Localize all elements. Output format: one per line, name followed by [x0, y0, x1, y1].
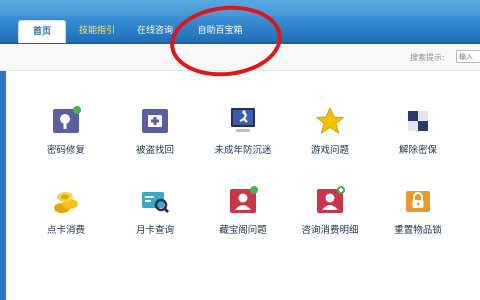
service-label: 被盗找回	[135, 145, 174, 156]
tab-home[interactable]: 首页	[18, 20, 66, 43]
service-card-consumption[interactable]: 点卡消费	[26, 186, 106, 246]
service-label: 解除密保	[398, 145, 437, 156]
service-remove-security[interactable]: 解除密保	[378, 106, 458, 166]
service-label: 重置物品锁	[394, 225, 442, 236]
left-edge-bar	[0, 44, 6, 300]
service-minor-protection[interactable]: 未成年防沉迷	[203, 106, 283, 166]
service-label: 游戏问题	[310, 145, 349, 156]
key-lock-icon	[53, 106, 81, 133]
coins-icon	[54, 192, 78, 213]
service-password-repair[interactable]: 密码修复	[26, 106, 106, 166]
service-label: 点卡消费	[46, 225, 85, 236]
search-label: 搜索提示:	[410, 53, 445, 62]
service-stolen-recovery[interactable]: 被盗找回	[115, 106, 195, 166]
star-icon	[315, 106, 345, 135]
service-reset-item-lock[interactable]: 重置物品锁	[378, 186, 458, 246]
padlock-icon	[406, 191, 430, 212]
user-card-icon	[230, 186, 258, 213]
card-search-icon	[142, 192, 170, 214]
service-monthly-card[interactable]: 月卡查询	[115, 186, 195, 246]
search-input[interactable]	[456, 50, 480, 63]
computer-running-man-icon	[231, 108, 255, 132]
tab-skill-guide[interactable]: 技能指引	[70, 20, 124, 42]
service-game-issues[interactable]: 游戏问题	[290, 106, 370, 166]
cube-icon	[408, 111, 428, 131]
service-label: 密码修复	[46, 145, 85, 156]
service-label: 藏宝阁问题	[219, 225, 267, 236]
user-card-add-icon	[317, 186, 345, 213]
medical-kit-icon	[142, 109, 168, 133]
service-treasure-issues[interactable]: 藏宝阁问题	[203, 186, 283, 246]
service-label: 咨询消费明细	[301, 225, 359, 236]
service-label: 月卡查询	[135, 225, 174, 236]
service-label: 未成年防沉迷	[214, 145, 272, 156]
content-panel	[0, 44, 480, 300]
service-consumption-details[interactable]: 咨询消费明细	[290, 186, 370, 246]
